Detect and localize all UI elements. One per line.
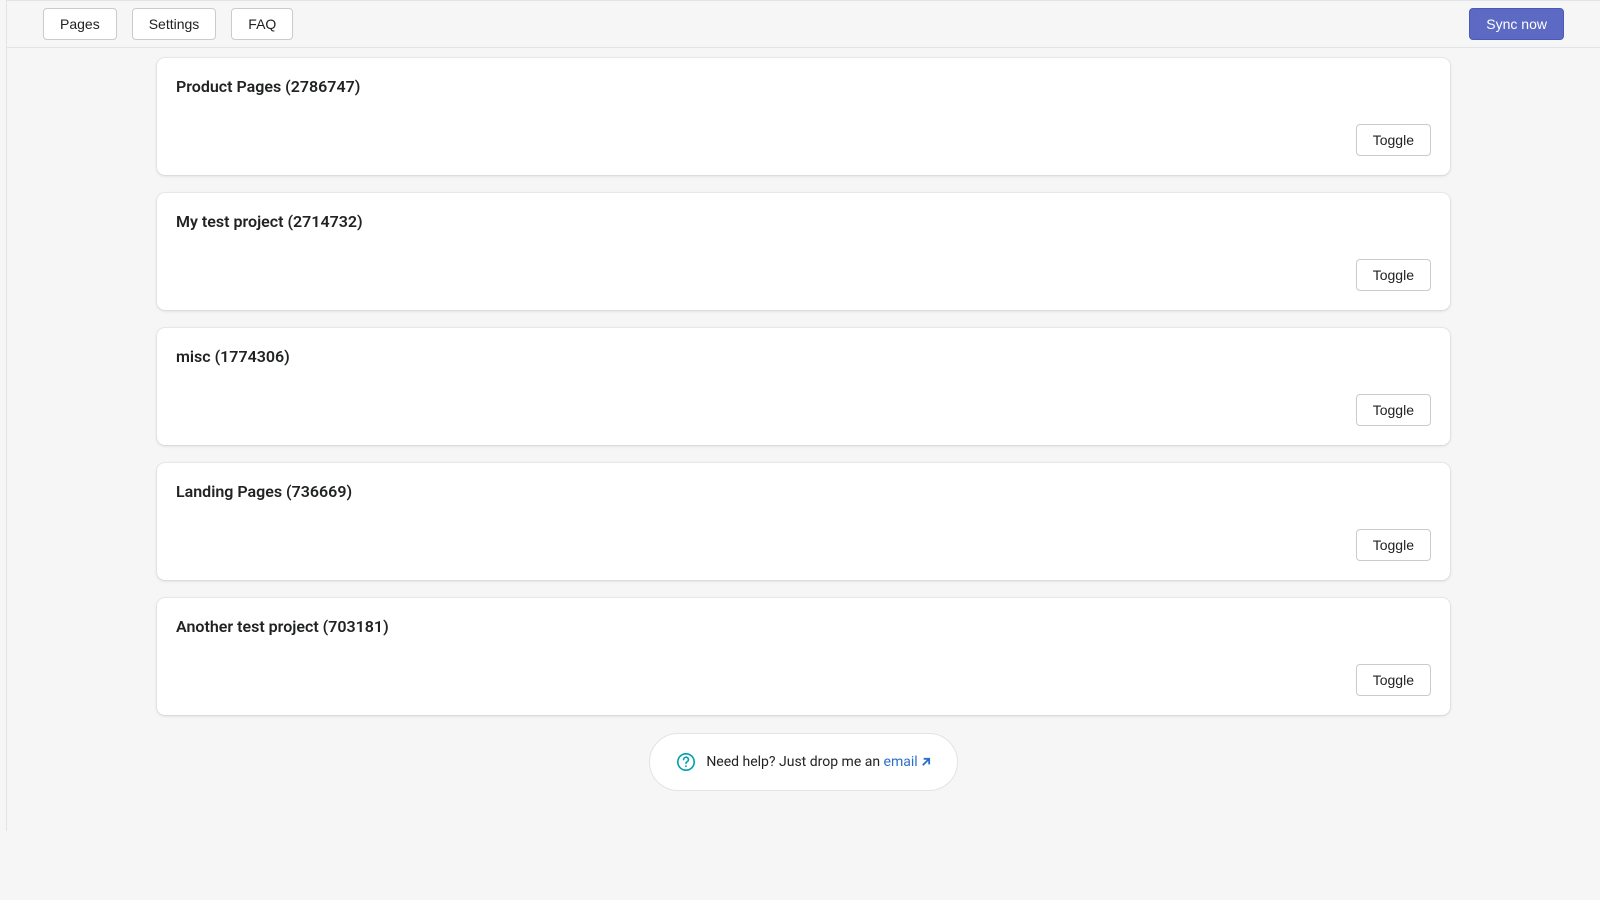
toggle-button[interactable]: Toggle: [1356, 394, 1431, 426]
project-card: My test project (2714732) Toggle: [157, 193, 1450, 310]
content: Product Pages (2786747) Toggle My test p…: [7, 48, 1600, 831]
help-text: Need help? Just drop me an email: [706, 754, 930, 770]
toggle-button[interactable]: Toggle: [1356, 529, 1431, 561]
project-card: Another test project (703181) Toggle: [157, 598, 1450, 715]
tab-settings[interactable]: Settings: [132, 8, 217, 40]
help-text-prefix: Need help? Just drop me an: [706, 754, 883, 770]
toggle-button[interactable]: Toggle: [1356, 664, 1431, 696]
help-link-label: email: [884, 754, 918, 770]
tab-pages[interactable]: Pages: [43, 8, 117, 40]
tabs: Pages Settings FAQ: [43, 8, 293, 40]
project-card: misc (1774306) Toggle: [157, 328, 1450, 445]
external-link-icon: [920, 757, 931, 768]
project-card: Landing Pages (736669) Toggle: [157, 463, 1450, 580]
project-card: Product Pages (2786747) Toggle: [157, 58, 1450, 175]
help-section: Need help? Just drop me an email: [157, 733, 1450, 791]
tab-faq[interactable]: FAQ: [231, 8, 293, 40]
sync-now-button[interactable]: Sync now: [1469, 8, 1564, 40]
help-banner: Need help? Just drop me an email: [649, 733, 957, 791]
project-title: Another test project (703181): [176, 617, 1431, 636]
toggle-button[interactable]: Toggle: [1356, 124, 1431, 156]
topbar: Pages Settings FAQ Sync now: [7, 0, 1600, 48]
project-title: Landing Pages (736669): [176, 482, 1431, 501]
project-title: My test project (2714732): [176, 212, 1431, 231]
toggle-button[interactable]: Toggle: [1356, 259, 1431, 291]
question-circle-icon: [676, 752, 696, 772]
project-title: Product Pages (2786747): [176, 77, 1431, 96]
project-title: misc (1774306): [176, 347, 1431, 366]
help-email-link[interactable]: email: [884, 754, 931, 770]
